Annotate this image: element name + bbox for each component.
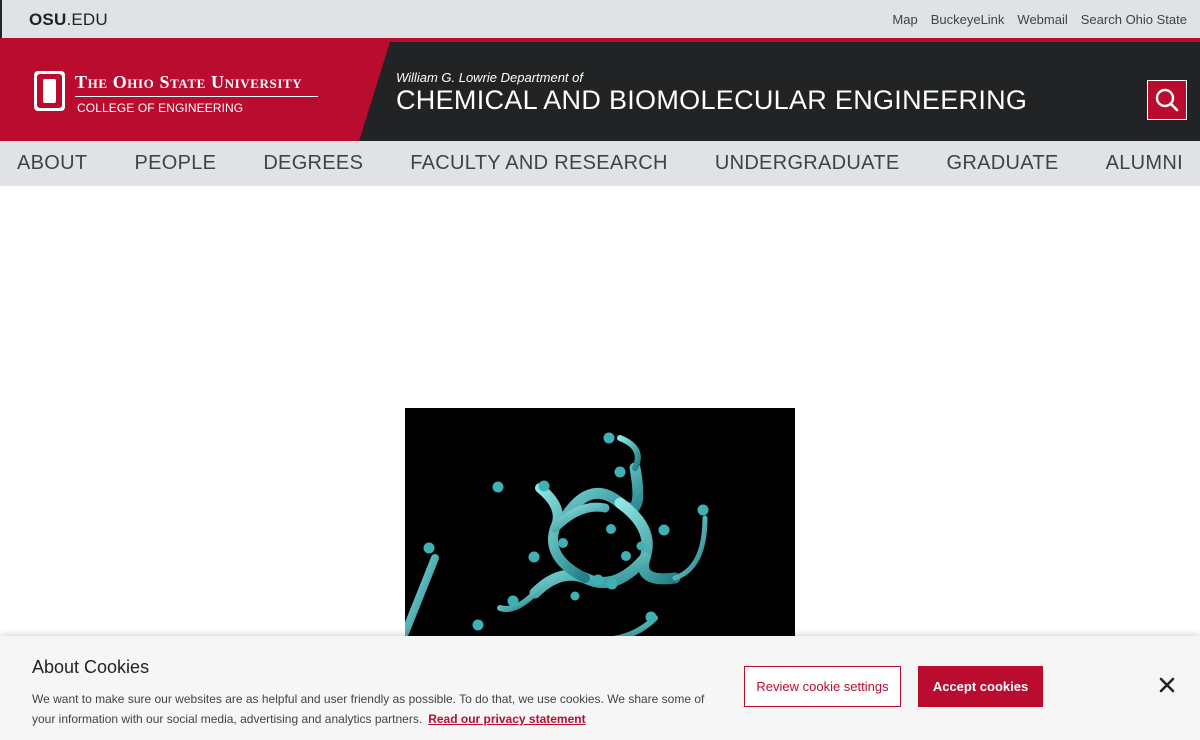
review-cookie-settings-button[interactable]: Review cookie settings xyxy=(744,666,901,707)
university-name: The Ohio State University xyxy=(75,72,303,92)
block-o-logo-icon xyxy=(34,71,65,111)
nav-people[interactable]: PEOPLE xyxy=(134,152,216,175)
cookie-title: About Cookies xyxy=(32,657,150,677)
cookie-banner: About Cookies We want to make sure our w… xyxy=(0,636,1200,740)
college-name: COLLEGE OF ENGINEERING xyxy=(77,101,244,115)
privacy-statement-link[interactable]: Read our privacy statement xyxy=(428,712,585,726)
search-icon xyxy=(1155,88,1179,112)
search-button[interactable] xyxy=(1147,80,1187,120)
utility-links: Map BuckeyeLink Webmail Search Ohio Stat… xyxy=(892,12,1187,27)
nav-degrees[interactable]: DEGREES xyxy=(263,152,363,175)
search-ohio-state-link[interactable]: Search Ohio State xyxy=(1081,12,1187,27)
buckeyelink-link[interactable]: BuckeyeLink xyxy=(931,12,1005,27)
nav-alumni[interactable]: ALUMNI xyxy=(1106,152,1183,175)
site-header: The Ohio State University COLLEGE OF ENG… xyxy=(0,38,1200,141)
molecule-illustration xyxy=(405,432,709,643)
close-icon[interactable] xyxy=(1158,676,1176,694)
main-navigation: ABOUT PEOPLE DEGREES FACULTY AND RESEARC… xyxy=(0,141,1200,186)
nav-about[interactable]: ABOUT xyxy=(17,152,87,175)
department-name[interactable]: CHEMICAL AND BIOMOLECULAR ENGINEERING xyxy=(396,85,1027,116)
map-link[interactable]: Map xyxy=(892,12,917,27)
top-utility-bar: OSU.EDU Map BuckeyeLink Webmail Search O… xyxy=(0,0,1200,38)
nav-faculty-and-research[interactable]: FACULTY AND RESEARCH xyxy=(410,152,668,175)
accept-cookies-button[interactable]: Accept cookies xyxy=(918,666,1043,707)
nav-undergraduate[interactable]: UNDERGRADUATE xyxy=(715,152,900,175)
webmail-link[interactable]: Webmail xyxy=(1017,12,1067,27)
brand-divider xyxy=(75,96,318,97)
cookie-description: We want to make sure our websites are as… xyxy=(32,692,705,726)
hero-molecule-image xyxy=(405,408,795,648)
osu-edu-link[interactable]: OSU.EDU xyxy=(29,10,108,30)
department-prefix: William G. Lowrie Department of xyxy=(396,70,583,85)
nav-graduate[interactable]: GRADUATE xyxy=(947,152,1059,175)
